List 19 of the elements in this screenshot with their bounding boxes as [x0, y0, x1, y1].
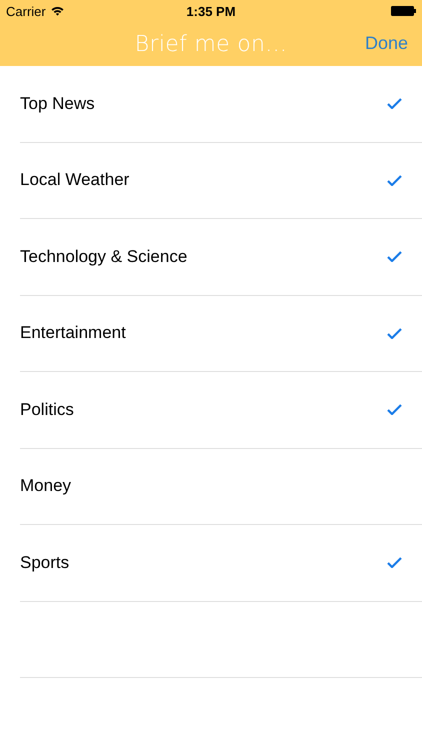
topic-row[interactable]: Sports: [20, 525, 422, 602]
topic-row[interactable]: Top News: [20, 66, 422, 142]
topic-label: Entertainment: [20, 323, 126, 344]
screen-title: Brief me on...: [134, 32, 288, 56]
topic-label: Money: [20, 476, 72, 496]
topic-row[interactable]: Politics: [20, 372, 422, 448]
topic-label: Top News: [20, 94, 95, 114]
topic-label: Local Weather: [20, 170, 130, 190]
topic-row[interactable]: Entertainment: [20, 296, 422, 372]
wifi-icon: [50, 6, 64, 16]
topic-row[interactable]: Technology & Science: [20, 219, 422, 296]
battery-icon: [390, 6, 416, 16]
topic-row[interactable]: Money: [20, 448, 422, 525]
topic-label: Technology & Science: [20, 246, 188, 267]
topic-label: Politics: [20, 400, 74, 420]
carrier-label: Carrier: [6, 4, 46, 18]
topic-label: Sports: [20, 552, 70, 573]
clock-time: 1:35 PM: [186, 4, 236, 18]
topic-row[interactable]: Local Weather: [20, 142, 422, 219]
